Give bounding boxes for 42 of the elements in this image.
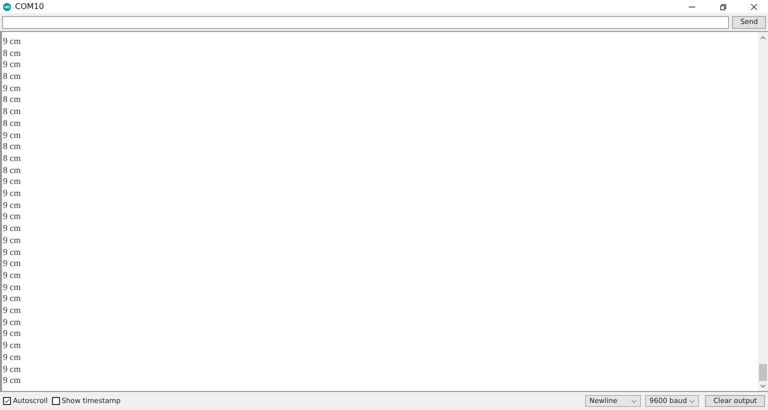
output-line: 8 cm bbox=[3, 106, 22, 118]
output-line: 9 cm bbox=[3, 305, 22, 317]
output-line: 9 cm bbox=[3, 316, 22, 328]
scroll-up-icon[interactable] bbox=[760, 34, 766, 40]
output-line: 9 cm bbox=[3, 282, 22, 294]
output-line: 9 cm bbox=[3, 59, 22, 72]
output-line: 9 cm bbox=[3, 246, 22, 258]
output-line: 8 cm bbox=[3, 164, 22, 176]
output-line: 9 cm bbox=[3, 200, 22, 212]
window-title: COM10 bbox=[15, 2, 44, 11]
output-line: 8 cm bbox=[3, 152, 22, 165]
output-line: 9 cm bbox=[3, 328, 22, 340]
output-line: 9 cm bbox=[3, 211, 22, 224]
output-line: 9 cm bbox=[3, 352, 22, 364]
output-line: 9 cm bbox=[3, 364, 22, 376]
scroll-thumb[interactable] bbox=[759, 364, 767, 381]
output-line: 9 cm bbox=[3, 258, 22, 270]
output-line: 8 cm bbox=[3, 48, 22, 60]
output-line: 9 cm bbox=[3, 270, 22, 282]
output-line: 9 cm bbox=[3, 375, 22, 387]
output-line: 9 cm bbox=[3, 176, 22, 188]
app-logo-icon bbox=[3, 2, 11, 10]
chevron-down-icon bbox=[631, 398, 638, 404]
output-line: 9 cm bbox=[3, 130, 22, 142]
close-icon[interactable] bbox=[750, 2, 758, 10]
output-line: 8 cm bbox=[3, 71, 22, 83]
output-line: 9 cm bbox=[3, 82, 22, 94]
output-line: 9 cm bbox=[3, 293, 22, 306]
scroll-down-icon[interactable] bbox=[760, 384, 766, 388]
output-line: 9 cm bbox=[3, 188, 22, 200]
output-line: 8 cm bbox=[3, 141, 22, 153]
output-line: 9 cm bbox=[3, 340, 22, 352]
output-line: 9 cm bbox=[3, 36, 22, 48]
checkmark-icon bbox=[4, 398, 10, 404]
output-line: 9 cm bbox=[3, 223, 22, 235]
output-line: 9 cm bbox=[3, 234, 22, 247]
output-line: 8 cm bbox=[3, 118, 22, 130]
chevron-down-icon bbox=[689, 398, 696, 404]
restore-icon[interactable] bbox=[719, 2, 727, 10]
scrollbar[interactable] bbox=[758, 32, 768, 391]
output-line: 8 cm bbox=[3, 94, 22, 106]
input-field[interactable] bbox=[2, 16, 730, 28]
